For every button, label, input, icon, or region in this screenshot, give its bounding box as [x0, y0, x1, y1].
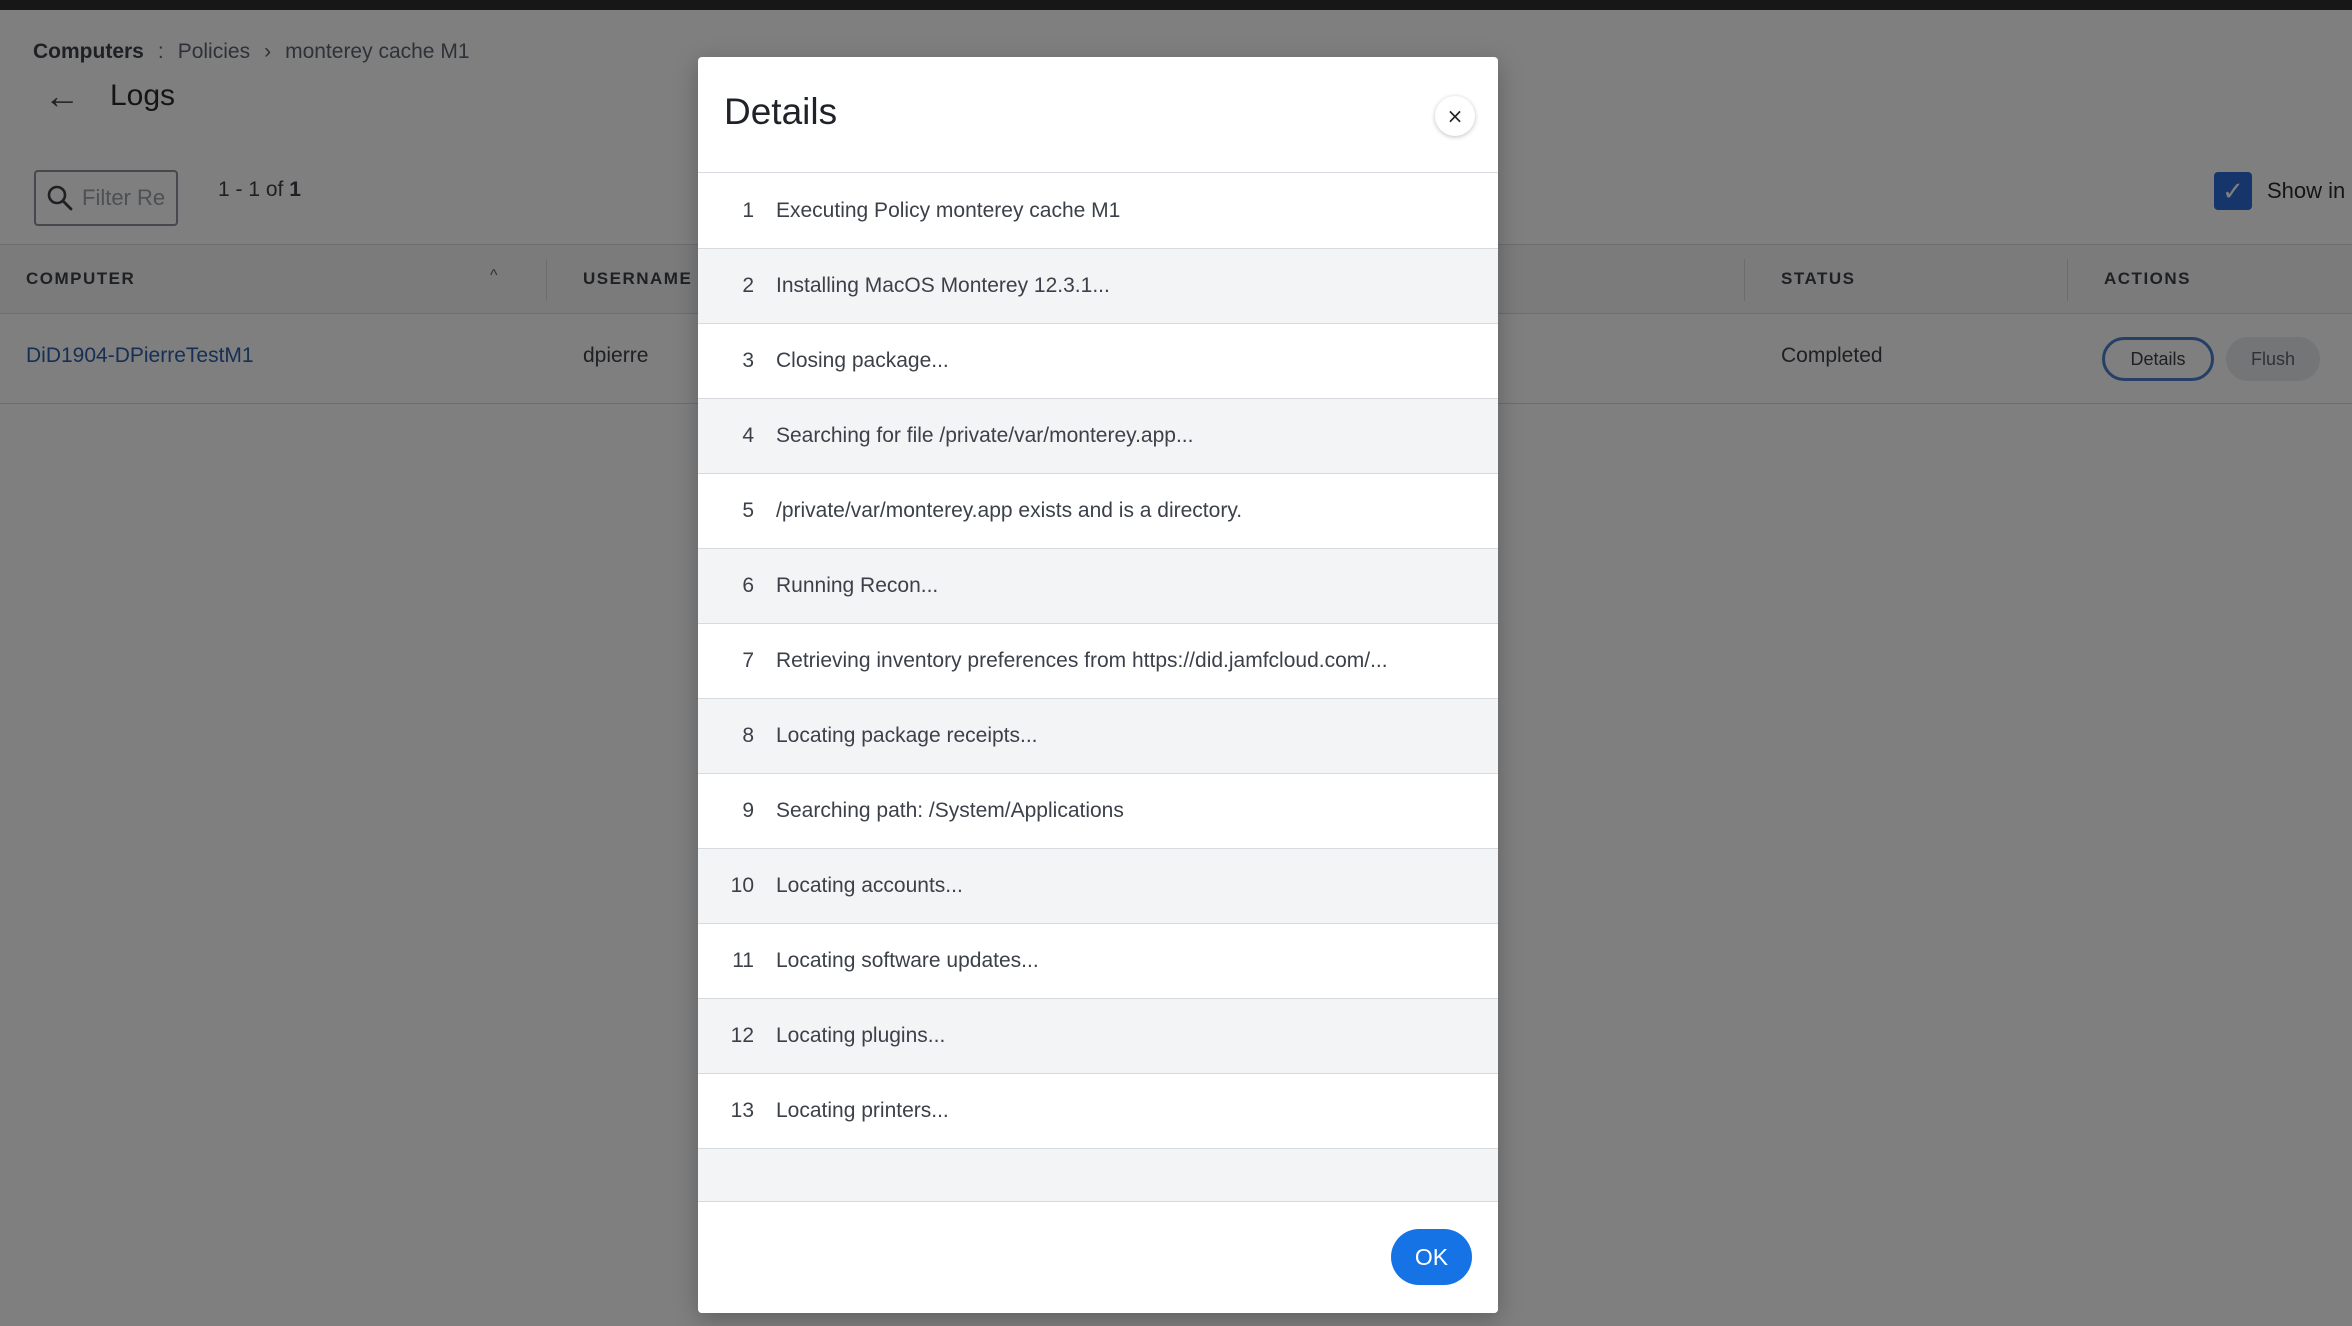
log-row — [698, 1149, 1498, 1201]
log-line-number: 2 — [742, 274, 754, 297]
log-row: 8 Locating package receipts... — [698, 699, 1498, 774]
log-row: 4 Searching for file /private/var/montere… — [698, 399, 1498, 474]
log-list[interactable]: 1 Executing Policy monterey cache M1 2 Inst… — [698, 174, 1498, 1201]
log-line-text: Locating package receipts... — [776, 724, 1038, 747]
log-line-text: Closing package... — [776, 349, 949, 372]
log-line-text: Locating printers... — [776, 1099, 949, 1122]
ok-button[interactable]: OK — [1391, 1229, 1472, 1285]
log-row: 10 Locating accounts... — [698, 849, 1498, 924]
log-line-number: 11 — [732, 949, 754, 972]
log-row: 13 Locating printers... — [698, 1074, 1498, 1149]
dialog-header: Details × — [698, 57, 1498, 173]
dialog-footer: OK — [698, 1201, 1498, 1313]
log-row: 3 Closing package... — [698, 324, 1498, 399]
log-line-number: 6 — [742, 574, 754, 597]
log-line-number: 1 — [742, 199, 754, 222]
log-line-text: Installing MacOS Monterey 12.3.1... — [776, 274, 1110, 297]
log-row: 1 Executing Policy monterey cache M1 — [698, 174, 1498, 249]
log-row: 7 Retrieving inventory preferences from h… — [698, 624, 1498, 699]
log-line-number: 5 — [742, 499, 754, 522]
log-line-number: 4 — [742, 424, 754, 447]
log-line-text: Searching for file /private/var/monterey… — [776, 424, 1194, 447]
log-line-text: Executing Policy monterey cache M1 — [776, 199, 1121, 222]
log-line-text: Searching path: /System/Applications — [776, 799, 1124, 822]
log-row: 6 Running Recon... — [698, 549, 1498, 624]
details-dialog: Details × 1 Executing Policy monterey cac… — [698, 57, 1498, 1313]
close-icon[interactable]: × — [1435, 96, 1475, 136]
dialog-title: Details — [724, 91, 838, 132]
log-line-number: 8 — [742, 724, 754, 747]
log-line-text: Locating software updates... — [776, 949, 1039, 972]
log-line-number: 10 — [730, 874, 754, 897]
log-line-number: 7 — [742, 649, 754, 672]
log-line-number: 13 — [730, 1099, 754, 1122]
log-row: 5/private/var/monterey.app exists and is… — [698, 474, 1498, 549]
log-line-number: 3 — [742, 349, 754, 372]
log-line-text: Locating plugins... — [776, 1024, 946, 1047]
log-line-number: 9 — [742, 799, 754, 822]
log-line-text: Retrieving inventory preferences from ht… — [776, 649, 1388, 672]
log-row: 11 Locating software updates... — [698, 924, 1498, 999]
log-line-text: Locating accounts... — [776, 874, 963, 897]
log-line-text: Running Recon... — [776, 574, 939, 597]
log-row: 2 Installing MacOS Monterey 12.3.1... — [698, 249, 1498, 324]
log-row: 9 Searching path: /System/Applications — [698, 774, 1498, 849]
log-line-text: /private/var/monterey.app exists and is … — [776, 499, 1243, 522]
log-line-number: 12 — [730, 1024, 754, 1047]
log-row: 12 Locating plugins... — [698, 999, 1498, 1074]
